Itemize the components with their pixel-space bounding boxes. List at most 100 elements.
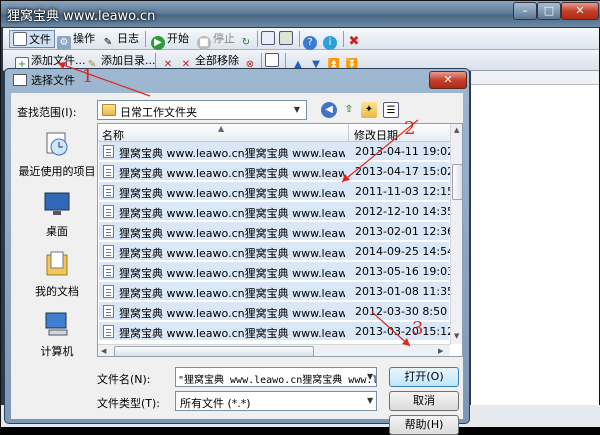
toolbar-separator [343, 31, 344, 47]
grid-icon [279, 31, 293, 45]
dialog-body: 查找范围(I): 日常工作文件夹 ▼ ◀ ⇧ ✦ ☰ 最近使用的项目 桌面 我的… [11, 93, 463, 435]
column-divider[interactable] [348, 124, 349, 142]
sort-indicator-icon: ▲ [218, 124, 225, 133]
stop-button[interactable]: ■ 停止 [197, 30, 235, 50]
maximize-button[interactable]: □ [537, 2, 561, 20]
file-name: 狸窝宝典 www.leawo.cn狸窝宝典 www.leawo.cn... [119, 287, 345, 300]
dialog-close-button[interactable]: ✕ [429, 71, 467, 89]
back-button[interactable]: ◀ [321, 102, 337, 118]
help-dialog-button[interactable]: 帮助(H) [389, 415, 459, 435]
documents-icon [46, 251, 68, 276]
document-icon [103, 185, 114, 198]
vertical-scroll-thumb[interactable] [452, 164, 462, 200]
file-name: 狸窝宝典 www.leawo.cn狸窝宝典 www.leawo.cn... [119, 187, 345, 200]
file-row[interactable]: 狸窝宝典 www.leawo.cn狸窝宝典 www.leawo.cn... 201… [99, 202, 454, 221]
file-name: 狸窝宝典 www.leawo.cn狸窝宝典 www.leawo.cn... [119, 227, 345, 240]
folder-icon [102, 104, 116, 116]
place-label: 我的文档 [35, 285, 79, 298]
file-name: 狸窝宝典 www.leawo.cn狸窝宝典 www.leawo.cn... [119, 207, 345, 220]
file-date: 2013-05-16 19:03 [355, 265, 455, 278]
file-row[interactable]: 狸窝宝典 www.leawo.cn狸窝宝典 www.leawo.cn... 201… [99, 322, 454, 341]
cancel-button[interactable]: 取消 [389, 391, 459, 411]
file-date: 2013-04-17 15:02 [355, 165, 455, 178]
annotation-step-3: 3 [412, 318, 424, 339]
annotation-step-2: 2 [404, 118, 416, 139]
desktop-icon [44, 192, 70, 215]
open-file-dialog: 选择文件 ✕ 查找范围(I): 日常工作文件夹 ▼ ◀ ⇧ ✦ ☰ 最近使用的项… [4, 68, 470, 435]
up-folder-button[interactable]: ⇧ [341, 102, 357, 118]
help-icon: ? [303, 36, 317, 50]
file-row[interactable]: 狸窝宝典 www.leawo.cn狸窝宝典 www.leawo.cn... 201… [99, 222, 454, 241]
lookin-dropdown[interactable]: 日常工作文件夹 ▼ [97, 100, 307, 120]
file-name: 狸窝宝典 www.leawo.cn狸窝宝典 www.leawo.cn... [119, 247, 345, 260]
dialog-window-icon [13, 74, 27, 86]
file-row[interactable]: 狸窝宝典 www.leawo.cn狸窝宝典 www.leawo.cn... 201… [99, 162, 454, 181]
help-button[interactable]: ? [303, 30, 319, 50]
scroll-right-icon[interactable]: ▶ [438, 347, 443, 355]
place-documents[interactable]: 我的文档 [17, 247, 97, 303]
file-menu-button[interactable]: 文件 [9, 30, 55, 48]
lookin-value: 日常工作文件夹 [120, 106, 197, 119]
operation-menu-button[interactable]: ⚙ 操作 [57, 30, 95, 50]
log-menu-label: 日志 [117, 32, 139, 45]
scroll-up-icon[interactable]: ▲ [454, 126, 459, 134]
scroll-left-icon[interactable]: ◀ [101, 347, 106, 355]
file-date: 2012-03-30 8:50 [355, 305, 448, 318]
place-recent[interactable]: 最近使用的项目 [17, 127, 97, 183]
filetype-select[interactable]: 所有文件 (*.*) [175, 391, 377, 411]
scroll-down-icon[interactable]: ▼ [454, 332, 459, 340]
dialog-title-text: 选择文件 [31, 74, 75, 87]
place-desktop[interactable]: 桌面 [17, 187, 97, 243]
file-date: 2012-12-10 14:35 [355, 205, 455, 218]
vertical-scrollbar[interactable]: ▲ ▼ [450, 124, 462, 344]
filetype-label: 文件类型(T): [97, 397, 161, 410]
file-name: 狸窝宝典 www.leawo.cn狸窝宝典 www.leawo.cn... [119, 267, 345, 280]
document-icon [103, 145, 114, 158]
file-row[interactable]: 狸窝宝典 www.leawo.cn狸窝宝典 www.leawo.cn... 201… [99, 142, 454, 161]
back-arrow-icon: ◀ [325, 104, 333, 115]
chevron-down-icon: ▼ [293, 105, 301, 114]
file-row[interactable]: 狸窝宝典 www.leawo.cn狸窝宝典 www.leawo.cn... 201… [99, 242, 454, 261]
document-icon [103, 285, 114, 298]
horizontal-scroll-thumb[interactable] [114, 346, 314, 356]
refresh-icon: ↻ [241, 37, 251, 48]
chevron-down-icon[interactable]: ▼ [367, 372, 373, 381]
about-button[interactable]: i [323, 30, 339, 50]
add-file-label: 添加文件... [31, 54, 86, 67]
document-icon [103, 225, 114, 238]
file-list: 名称 ▲ 修改日期 狸窝宝典 www.leawo.cn狸窝宝典 www.leaw… [97, 123, 463, 357]
refresh-button[interactable]: ↻ [239, 30, 255, 48]
place-computer[interactable]: 计算机 [17, 307, 97, 363]
file-row[interactable]: 狸窝宝典 www.leawo.cn狸窝宝典 www.leawo.cn... 201… [99, 282, 454, 301]
file-row[interactable]: 狸窝宝典 www.leawo.cn狸窝宝典 www.leawo.cn... 201… [99, 262, 454, 281]
file-row[interactable]: 狸窝宝典 www.leawo.cn狸窝宝典 www.leawo.cn... 201… [99, 302, 449, 321]
document-icon [103, 265, 114, 278]
app-file-list[interactable] [471, 85, 599, 405]
start-button[interactable]: ▶ 开始 [151, 30, 189, 50]
chevron-down-icon[interactable]: ▼ [367, 396, 373, 405]
window-button[interactable] [261, 30, 277, 48]
file-date: 2013-02-01 12:36 [355, 225, 455, 238]
file-row[interactable]: 狸窝宝典 www.leawo.cn狸窝宝典 www.leawo.cn... 201… [99, 182, 454, 201]
column-header-name[interactable]: 名称 [102, 127, 124, 143]
settings-icon: ⚙ [57, 36, 71, 50]
info-icon: i [323, 36, 337, 50]
preview-icon [265, 53, 279, 67]
exit-x-icon: ✖ [348, 34, 360, 49]
exit-button[interactable]: ✖ [347, 30, 363, 49]
horizontal-scrollbar[interactable]: ◀ ▶ [98, 344, 450, 356]
place-label: 计算机 [40, 345, 74, 358]
minimize-button[interactable]: – [513, 2, 537, 20]
file-name: 狸窝宝典 www.leawo.cn狸窝宝典 www.leawo.cn... [119, 327, 345, 340]
toolbar-separator [299, 31, 300, 47]
column-header-date[interactable]: 修改日期 [354, 127, 398, 143]
view-menu-button[interactable]: ☰ [383, 102, 399, 118]
new-folder-button[interactable]: ✦ [361, 102, 377, 118]
log-menu-button[interactable]: ✎ 日志 [101, 30, 139, 48]
open-button[interactable]: 打开(O) [389, 367, 459, 387]
document-icon [103, 305, 114, 318]
filename-input[interactable]: "狸窝宝典 www.leawo.cn狸窝宝典 www.le [175, 367, 377, 387]
close-button[interactable]: ✕ [561, 2, 599, 20]
grid-button[interactable] [279, 30, 295, 48]
file-name: 狸窝宝典 www.leawo.cn狸窝宝典 www.leawo.cn... [119, 147, 345, 160]
